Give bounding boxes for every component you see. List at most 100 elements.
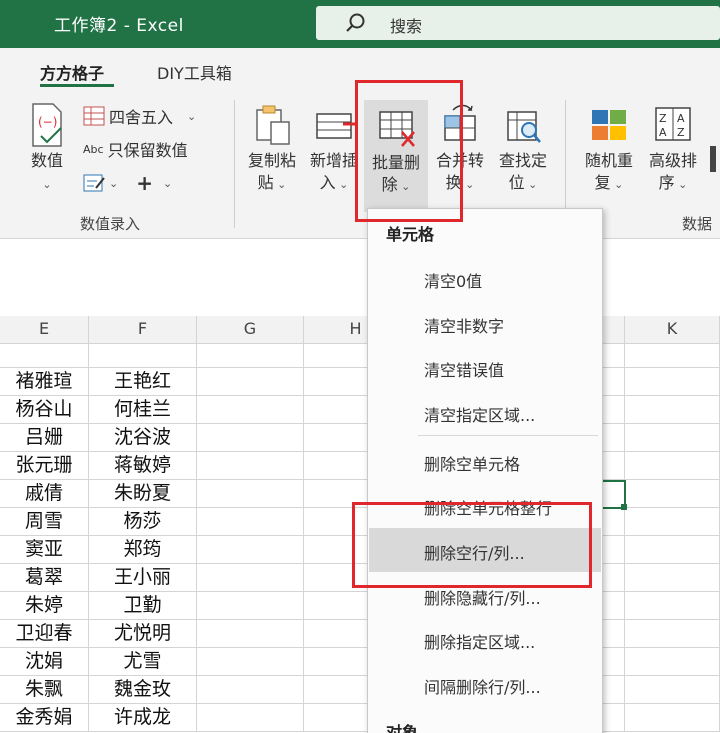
search-box[interactable]: 搜索: [316, 6, 720, 40]
table-cell[interactable]: [625, 344, 720, 368]
menu-item-delete-range[interactable]: 删除指定区域...: [424, 629, 535, 653]
table-cell[interactable]: [625, 396, 720, 424]
table-cell[interactable]: 杨莎: [89, 508, 197, 536]
svg-text:A: A: [677, 112, 685, 125]
random-repeat-button[interactable]: 随机重 复 ⌄: [578, 102, 640, 196]
table-cell[interactable]: 葛翠: [0, 564, 89, 592]
table-cell[interactable]: [625, 620, 720, 648]
copy-paste-button[interactable]: 复制粘 贴 ⌄: [242, 102, 302, 196]
table-cell[interactable]: 金秀娟: [0, 704, 89, 732]
table-cell[interactable]: [197, 676, 304, 704]
table-cell[interactable]: [197, 536, 304, 564]
table-cell[interactable]: [197, 452, 304, 480]
menu-section-cells: 单元格: [386, 225, 435, 244]
table-cell[interactable]: [625, 648, 720, 676]
table-cell[interactable]: [625, 592, 720, 620]
table-cell[interactable]: [89, 344, 197, 368]
table-cell[interactable]: 蒋敏婷: [89, 452, 197, 480]
plus-icon[interactable]: +: [136, 171, 153, 195]
column-header[interactable]: E: [0, 316, 89, 344]
table-cell[interactable]: 戚倩: [0, 480, 89, 508]
table-cell[interactable]: 王艳红: [89, 368, 197, 396]
table-cell[interactable]: 王小丽: [89, 564, 197, 592]
table-cell[interactable]: 郑筠: [89, 536, 197, 564]
menu-item-delete-hidden[interactable]: 删除隐藏行/列...: [424, 585, 541, 609]
table-cell[interactable]: [625, 704, 720, 732]
find-label-1: 查找定: [498, 151, 547, 170]
table-cell[interactable]: [197, 564, 304, 592]
find-icon: [507, 111, 541, 143]
insert-row-icon: [316, 113, 355, 139]
table-cell[interactable]: 尤悦明: [89, 620, 197, 648]
search-label: 搜索: [390, 17, 423, 36]
table-cell[interactable]: 窦亚: [0, 536, 89, 564]
table-cell[interactable]: 许成龙: [89, 704, 197, 732]
group-divider: [234, 100, 235, 228]
menu-item-delete-empty-cells[interactable]: 删除空单元格: [424, 451, 520, 475]
table-cell[interactable]: 尤雪: [89, 648, 197, 676]
svg-text:(−): (−): [38, 115, 57, 129]
table-cell[interactable]: 朱飘: [0, 676, 89, 704]
title-bar: 工作簿2 - Excel 搜索: [0, 0, 720, 48]
menu-item-clear-non-numeric[interactable]: 清空非数字: [424, 313, 504, 337]
column-header[interactable]: F: [89, 316, 197, 344]
table-cell[interactable]: 朱盼夏: [89, 480, 197, 508]
search-icon: [346, 13, 365, 32]
table-cell[interactable]: [625, 508, 720, 536]
table-cell[interactable]: [197, 648, 304, 676]
table-cell[interactable]: 朱婷: [0, 592, 89, 620]
edit-list-icon[interactable]: [83, 173, 105, 193]
column-header[interactable]: K: [625, 316, 720, 344]
tab-fangfang[interactable]: 方方格子: [40, 60, 104, 84]
table-cell[interactable]: [625, 452, 720, 480]
svg-text:Z: Z: [659, 112, 667, 125]
keep-value-label: 只保留数值: [107, 141, 188, 160]
misc-row: ⌄ + ⌄: [83, 171, 172, 195]
menu-item-clear-zero[interactable]: 清空0值: [424, 268, 482, 292]
table-cell[interactable]: 杨谷山: [0, 396, 89, 424]
menu-item-clear-range[interactable]: 清空指定区域...: [424, 402, 535, 426]
advanced-sort-button[interactable]: Z A A Z 高级排 序 ⌄: [642, 102, 704, 196]
column-header[interactable]: G: [197, 316, 304, 344]
table-cell[interactable]: [197, 620, 304, 648]
round-button[interactable]: 四舍五入 ⌄: [83, 104, 196, 128]
table-cell[interactable]: 沈谷波: [89, 424, 197, 452]
table-cell[interactable]: 沈娟: [0, 648, 89, 676]
table-cell[interactable]: [625, 368, 720, 396]
table-cell[interactable]: [197, 344, 304, 368]
chevron-down-icon: ⌄: [162, 176, 173, 190]
table-cell[interactable]: 卫勤: [89, 592, 197, 620]
table-cell[interactable]: [625, 424, 720, 452]
table-cell[interactable]: [197, 368, 304, 396]
table-cell[interactable]: [625, 480, 720, 508]
numeric-icon: (−): [32, 103, 62, 147]
table-cell[interactable]: [625, 564, 720, 592]
table-cell[interactable]: 褚雅瑄: [0, 368, 89, 396]
scroll-edge: [710, 146, 716, 172]
table-cell[interactable]: 魏金玫: [89, 676, 197, 704]
table-cell[interactable]: [197, 396, 304, 424]
copy-paste-label-2: 贴: [257, 173, 274, 192]
table-cell[interactable]: 卫迎春: [0, 620, 89, 648]
numeric-button[interactable]: (−) 数值 ⌄: [22, 102, 72, 196]
abc-icon: Abc: [83, 142, 104, 156]
table-cell[interactable]: 周雪: [0, 508, 89, 536]
keep-value-button[interactable]: Abc 只保留数值: [83, 137, 188, 161]
table-cell[interactable]: [197, 508, 304, 536]
table-cell[interactable]: [197, 480, 304, 508]
table-cell[interactable]: 张元珊: [0, 452, 89, 480]
tab-diy-toolbox[interactable]: DIY工具箱: [157, 60, 232, 84]
fill-handle[interactable]: [621, 504, 627, 510]
table-cell[interactable]: [0, 344, 89, 368]
table-cell[interactable]: [197, 704, 304, 732]
menu-item-interval-delete[interactable]: 间隔删除行/列...: [424, 674, 541, 698]
table-cell[interactable]: 吕姗: [0, 424, 89, 452]
table-cell[interactable]: [197, 424, 304, 452]
table-cell[interactable]: [625, 676, 720, 704]
table-cell[interactable]: [197, 592, 304, 620]
table-cell[interactable]: 何桂兰: [89, 396, 197, 424]
menu-item-clear-errors[interactable]: 清空错误值: [424, 357, 504, 381]
table-cell[interactable]: [625, 536, 720, 564]
random-label-1: 随机重: [584, 151, 633, 170]
find-locate-button[interactable]: 查找定 位 ⌄: [492, 102, 554, 196]
